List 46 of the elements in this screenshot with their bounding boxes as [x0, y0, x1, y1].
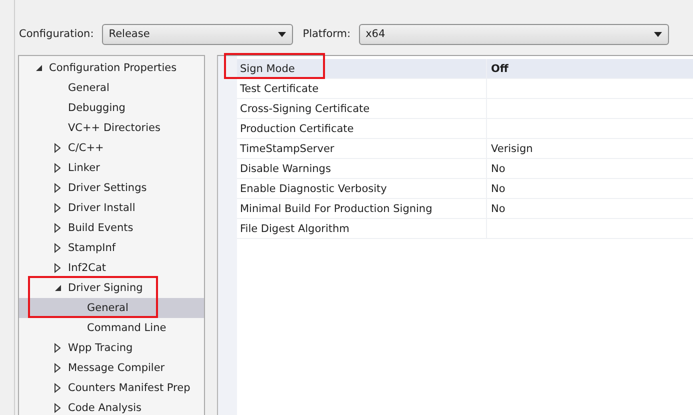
platform-label: Platform:	[302, 28, 351, 40]
tree-item[interactable]: Driver Install	[19, 198, 204, 218]
property-row[interactable]: Production Certificate	[237, 119, 693, 139]
tree-item[interactable]: General	[19, 78, 204, 98]
dropdown-arrow-icon	[654, 32, 662, 36]
tree-item[interactable]: Debugging	[19, 98, 204, 118]
property-value: No	[490, 202, 506, 216]
property-name: Minimal Build For Production Signing	[237, 199, 487, 218]
property-name: Production Certificate	[237, 119, 487, 138]
property-name: Disable Warnings	[237, 159, 487, 178]
property-row[interactable]: Sign Mode Off	[237, 59, 693, 79]
tree-item[interactable]: Inf2Cat	[19, 258, 204, 278]
platform-dropdown[interactable]: x64	[358, 24, 669, 44]
property-value: No	[490, 182, 506, 196]
tree-item[interactable]: Build Events	[19, 218, 204, 238]
property-row[interactable]: Cross-Signing Certificate	[237, 99, 693, 119]
tree-item[interactable]: Wpp Tracing	[19, 338, 204, 358]
tree-item[interactable]: C/C++	[19, 138, 204, 158]
configuration-label: Configuration:	[19, 28, 94, 40]
property-row[interactable]: Test Certificate	[237, 79, 693, 99]
property-name: File Digest Algorithm	[237, 219, 487, 238]
dropdown-arrow-icon	[278, 32, 286, 36]
property-row[interactable]: Minimal Build For Production Signing No	[237, 199, 693, 219]
property-row[interactable]: Enable Diagnostic Verbosity No	[237, 179, 693, 199]
configuration-dropdown[interactable]: Release	[102, 24, 293, 44]
tree-item[interactable]: Driver Settings	[19, 178, 204, 198]
property-row[interactable]: TimeStampServer Verisign	[237, 139, 693, 159]
tree-item[interactable]: StampInf	[19, 238, 204, 258]
property-name: Cross-Signing Certificate	[237, 99, 487, 118]
tree-item[interactable]: Configuration Properties	[19, 58, 204, 78]
tree-item[interactable]: Message Compiler	[19, 358, 204, 378]
property-name: Enable Diagnostic Verbosity	[237, 179, 487, 198]
property-name: TimeStampServer	[237, 139, 487, 158]
tree-item[interactable]: Command Line	[19, 318, 204, 338]
property-value: No	[490, 162, 506, 176]
property-value: Off	[490, 62, 510, 76]
tree-item[interactable]: Linker	[19, 158, 204, 178]
tree-item[interactable]: General	[19, 298, 204, 318]
property-name: Sign Mode	[237, 59, 487, 78]
tree-item[interactable]: VC++ Directories	[19, 118, 204, 138]
tree-item[interactable]: Counters Manifest Prep	[19, 378, 204, 398]
property-value: Verisign	[490, 142, 534, 156]
tree-item[interactable]: Code Analysis	[19, 398, 204, 415]
property-name: Test Certificate	[237, 79, 487, 98]
property-row[interactable]: File Digest Algorithm	[237, 219, 693, 239]
property-row[interactable]: Disable Warnings No	[237, 159, 693, 179]
